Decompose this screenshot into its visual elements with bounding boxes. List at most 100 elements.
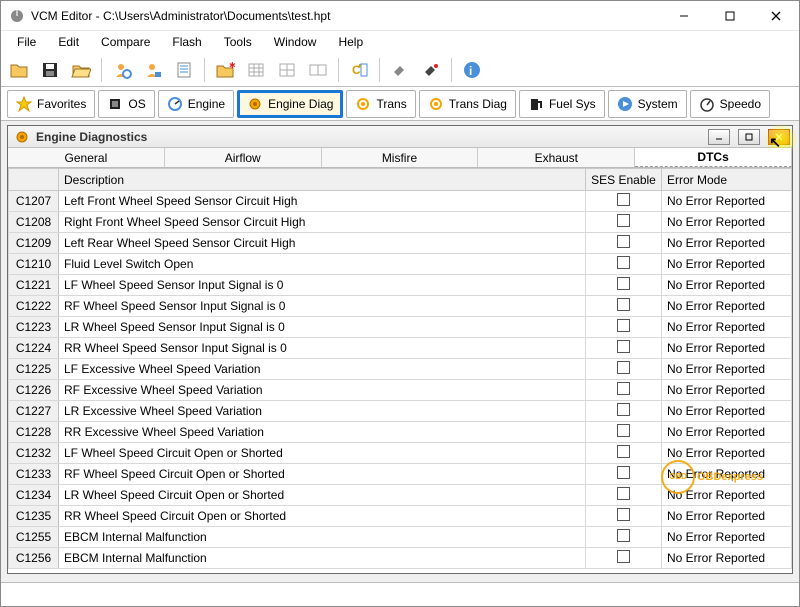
table-row[interactable]: C1207Left Front Wheel Speed Sensor Circu… (9, 191, 792, 212)
ses-checkbox-cell[interactable] (586, 401, 662, 422)
maximize-button[interactable] (707, 1, 753, 31)
dtc-description-cell[interactable]: LF Excessive Wheel Speed Variation (59, 359, 586, 380)
dtc-description-cell[interactable]: Right Front Wheel Speed Sensor Circuit H… (59, 212, 586, 233)
table-row[interactable]: C1223LR Wheel Speed Sensor Input Signal … (9, 317, 792, 338)
menu-help[interactable]: Help (328, 33, 373, 51)
dtc-code-cell[interactable]: C1235 (9, 506, 59, 527)
error-mode-cell[interactable]: No Error Reported (662, 338, 792, 359)
checkbox-icon[interactable] (617, 256, 630, 269)
error-mode-cell[interactable]: No Error Reported (662, 422, 792, 443)
error-mode-cell[interactable]: No Error Reported (662, 485, 792, 506)
child-maximize-button[interactable] (738, 129, 760, 145)
checkbox-icon[interactable] (617, 382, 630, 395)
ses-checkbox-cell[interactable] (586, 338, 662, 359)
ses-checkbox-cell[interactable] (586, 317, 662, 338)
checkbox-icon[interactable] (617, 235, 630, 248)
dtc-code-cell[interactable]: C1255 (9, 527, 59, 548)
checkbox-icon[interactable] (617, 319, 630, 332)
dtc-description-cell[interactable]: Left Front Wheel Speed Sensor Circuit Hi… (59, 191, 586, 212)
category-fuel-sys[interactable]: Fuel Sys (519, 90, 605, 118)
ses-checkbox-cell[interactable] (586, 443, 662, 464)
table-row[interactable]: C1226RF Excessive Wheel Speed VariationN… (9, 380, 792, 401)
category-engine-diag[interactable]: Engine Diag (237, 90, 343, 118)
ses-checkbox-cell[interactable] (586, 422, 662, 443)
dtc-code-cell[interactable]: C1209 (9, 233, 59, 254)
category-speedo[interactable]: Speedo (690, 90, 770, 118)
error-mode-cell[interactable]: No Error Reported (662, 506, 792, 527)
ses-checkbox-cell[interactable] (586, 212, 662, 233)
table-row[interactable]: C1234LR Wheel Speed Circuit Open or Shor… (9, 485, 792, 506)
flash-button[interactable] (417, 56, 445, 84)
category-system[interactable]: System (608, 90, 687, 118)
folder-sparkle-button[interactable]: ✱ (211, 56, 239, 84)
error-mode-cell[interactable]: No Error Reported (662, 212, 792, 233)
error-mode-cell[interactable]: No Error Reported (662, 317, 792, 338)
error-mode-cell[interactable]: No Error Reported (662, 359, 792, 380)
grid-header-error-mode[interactable]: Error Mode (662, 169, 792, 191)
ses-checkbox-cell[interactable] (586, 527, 662, 548)
ses-checkbox-cell[interactable] (586, 548, 662, 569)
table-row[interactable]: C1233RF Wheel Speed Circuit Open or Shor… (9, 464, 792, 485)
error-mode-cell[interactable]: No Error Reported (662, 443, 792, 464)
category-favorites[interactable]: Favorites (7, 90, 95, 118)
menu-flash[interactable]: Flash (162, 33, 211, 51)
dtc-code-cell[interactable]: C1228 (9, 422, 59, 443)
dtc-code-cell[interactable]: C1207 (9, 191, 59, 212)
dtc-description-cell[interactable]: RF Excessive Wheel Speed Variation (59, 380, 586, 401)
dtc-code-cell[interactable]: C1208 (9, 212, 59, 233)
dtc-description-cell[interactable]: LF Wheel Speed Sensor Input Signal is 0 (59, 275, 586, 296)
checkbox-icon[interactable] (617, 424, 630, 437)
checkbox-icon[interactable] (617, 340, 630, 353)
dtc-code-cell[interactable]: C1222 (9, 296, 59, 317)
dtc-code-cell[interactable]: C1224 (9, 338, 59, 359)
dtc-code-cell[interactable]: C1234 (9, 485, 59, 506)
table-row[interactable]: C1209Left Rear Wheel Speed Sensor Circui… (9, 233, 792, 254)
child-close-button[interactable]: ↖ (768, 129, 790, 145)
info-button[interactable]: i (458, 56, 486, 84)
checkbox-icon[interactable] (617, 529, 630, 542)
open-folder-button[interactable] (67, 56, 95, 84)
category-engine[interactable]: Engine (158, 90, 234, 118)
ses-checkbox-cell[interactable] (586, 275, 662, 296)
dtc-code-cell[interactable]: C1232 (9, 443, 59, 464)
table-detail-button[interactable] (273, 56, 301, 84)
error-mode-cell[interactable]: No Error Reported (662, 401, 792, 422)
dtc-description-cell[interactable]: RF Wheel Speed Sensor Input Signal is 0 (59, 296, 586, 317)
tab-exhaust[interactable]: Exhaust (478, 148, 635, 167)
dtc-code-cell[interactable]: C1223 (9, 317, 59, 338)
table-row[interactable]: C1208Right Front Wheel Speed Sensor Circ… (9, 212, 792, 233)
document-button[interactable] (170, 56, 198, 84)
menu-tools[interactable]: Tools (214, 33, 262, 51)
ses-checkbox-cell[interactable] (586, 464, 662, 485)
dtc-description-cell[interactable]: RR Excessive Wheel Speed Variation (59, 422, 586, 443)
table-button[interactable] (242, 56, 270, 84)
child-minimize-button[interactable] (708, 129, 730, 145)
table-row[interactable]: C1210 Fluid Level Switch OpenNo Error Re… (9, 254, 792, 275)
error-mode-cell[interactable]: No Error Reported (662, 548, 792, 569)
dtc-code-cell[interactable]: C1221 (9, 275, 59, 296)
category-os[interactable]: OS (98, 90, 154, 118)
error-mode-cell[interactable]: No Error Reported (662, 296, 792, 317)
dtc-description-cell[interactable]: RR Wheel Speed Sensor Input Signal is 0 (59, 338, 586, 359)
dtc-code-cell[interactable]: C1226 (9, 380, 59, 401)
table-row[interactable]: C1225LF Excessive Wheel Speed VariationN… (9, 359, 792, 380)
grid-header-code[interactable] (9, 169, 59, 191)
save-button[interactable] (36, 56, 64, 84)
table-row[interactable]: C1235RR Wheel Speed Circuit Open or Shor… (9, 506, 792, 527)
table-row[interactable]: C1222RF Wheel Speed Sensor Input Signal … (9, 296, 792, 317)
ses-checkbox-cell[interactable] (586, 506, 662, 527)
ses-checkbox-cell[interactable] (586, 233, 662, 254)
tab-airflow[interactable]: Airflow (165, 148, 322, 167)
dtc-description-cell[interactable]: LR Wheel Speed Sensor Input Signal is 0 (59, 317, 586, 338)
menu-edit[interactable]: Edit (48, 33, 89, 51)
error-mode-cell[interactable]: No Error Reported (662, 233, 792, 254)
checkbox-icon[interactable] (617, 550, 630, 563)
checkbox-icon[interactable] (617, 193, 630, 206)
checkbox-icon[interactable] (617, 466, 630, 479)
dtc-code-cell[interactable]: C1210 (9, 254, 59, 275)
ses-checkbox-cell[interactable] (586, 254, 662, 275)
table-compare-button[interactable] (304, 56, 332, 84)
connect-button[interactable] (386, 56, 414, 84)
dtc-description-cell[interactable]: LR Wheel Speed Circuit Open or Shorted (59, 485, 586, 506)
dtc-description-cell[interactable]: RR Wheel Speed Circuit Open or Shorted (59, 506, 586, 527)
